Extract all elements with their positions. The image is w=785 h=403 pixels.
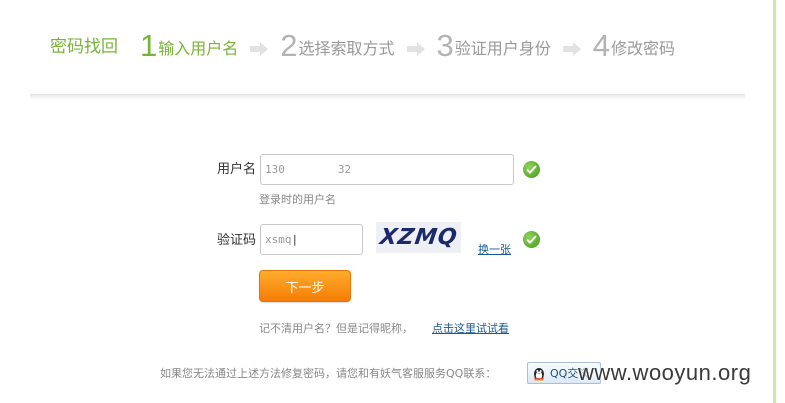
captcha-image-text: XZMQ <box>377 225 460 250</box>
next-step-button[interactable]: 下一步 <box>259 270 351 302</box>
step-4-number: 4 <box>592 28 611 63</box>
step-1: 1 输入用户名 <box>140 30 238 62</box>
watermark: www.wooyun.org <box>578 360 752 385</box>
page-title: 密码找回 <box>50 37 118 57</box>
step-3-label: 验证用户身份 <box>454 39 551 58</box>
check-icon <box>523 161 540 178</box>
steps-header: 密码找回 1 输入用户名 2 选择索取方式 3 验证用户身份 4 修改密码 <box>50 30 675 62</box>
refresh-captcha-link[interactable]: 换一张 <box>478 242 511 258</box>
next-step-label: 下一步 <box>285 280 325 296</box>
step-3: 3 验证用户身份 <box>437 30 551 62</box>
step-4-label: 修改密码 <box>611 39 676 58</box>
username-label: 用户名 <box>216 162 256 177</box>
support-text: 如果您无法通过上述方法修复密码，请您和有妖气客服服务QQ联系： <box>160 367 497 380</box>
qq-penguin-icon <box>534 368 544 381</box>
arrow-right-icon <box>248 38 270 60</box>
header-divider <box>30 94 745 100</box>
step-2-number: 2 <box>280 28 298 63</box>
captcha-value: xsmq <box>265 233 292 246</box>
arrow-right-icon <box>405 38 427 60</box>
forgot-username-text: 记不清用户名？但是记得昵称， <box>259 322 413 335</box>
right-border <box>773 0 776 403</box>
step-2: 2 选择索取方式 <box>280 30 394 62</box>
step-4: 4 修改密码 <box>593 30 675 62</box>
step-1-number: 1 <box>140 28 158 63</box>
arrow-right-icon <box>561 38 583 60</box>
captcha-input[interactable]: xsmq| <box>260 224 363 255</box>
captcha-label: 验证码 <box>216 233 256 248</box>
check-icon <box>523 231 540 248</box>
step-3-number: 3 <box>436 28 454 63</box>
step-1-label: 输入用户名 <box>158 39 239 58</box>
step-2-label: 选择索取方式 <box>298 39 395 58</box>
username-input[interactable]: 130 32 <box>260 154 514 185</box>
username-value: 130 32 <box>265 163 352 176</box>
captcha-image[interactable]: XZMQ <box>376 222 461 253</box>
try-nickname-link[interactable]: 点击这里试试看 <box>432 321 509 337</box>
username-hint: 登录时的用户名 <box>259 193 336 206</box>
